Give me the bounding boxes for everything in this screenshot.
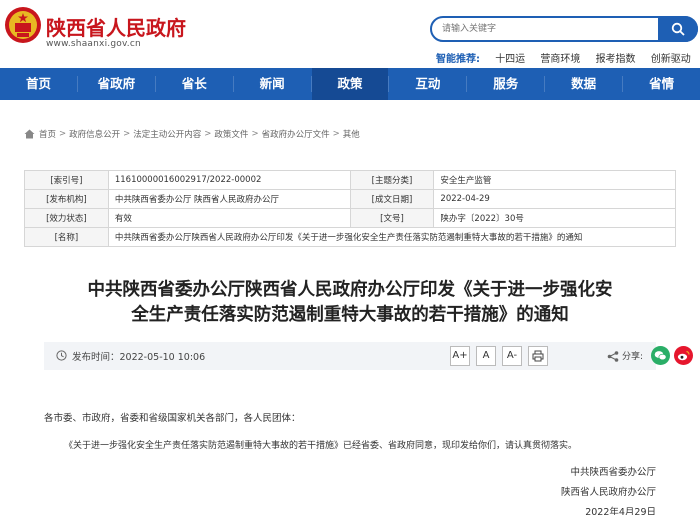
topic-label: [主题分类] [349, 170, 435, 190]
hotwords-label: 智能推荐: [436, 54, 480, 65]
share-label: 分享: [622, 352, 644, 362]
breadcrumb-statutory[interactable]: 法定主动公开内容 [133, 128, 201, 140]
status-value: 有效 [107, 208, 351, 228]
table-row: [名称] 中共陕西省委办公厅陕西省人民政府办公厅印发《关于进一步强化安全生产责任… [24, 227, 677, 247]
breadcrumb-home[interactable]: 首页 [39, 128, 56, 140]
font-increase-button[interactable]: A+ [450, 346, 470, 366]
body-paragraph: 《关于进一步强化安全生产责任落实防范遏制重特大事故的若干措施》已经省委、省政府同… [64, 441, 578, 451]
date-label: [成文日期] [349, 189, 435, 209]
font-default-button[interactable]: A [476, 346, 496, 366]
breadcrumb-policy-docs[interactable]: 政策文件 [214, 128, 248, 140]
nav-item-home[interactable]: 首页 [0, 68, 77, 100]
search-box [430, 16, 698, 42]
site-title[interactable]: 陕西省人民政府 [46, 12, 186, 41]
breadcrumb-other: 其他 [342, 130, 360, 140]
breadcrumb-separator: > [59, 129, 67, 139]
breadcrumb-separator: > [332, 129, 340, 139]
table-row: [索引号] 11610000016002917/2022-00002 [主题分类… [24, 170, 676, 190]
nav-item-data[interactable]: 数据 [545, 68, 622, 100]
font-decrease-button[interactable]: A- [502, 346, 522, 366]
issuer-label: [发布机构] [24, 189, 109, 209]
search-input[interactable] [442, 21, 642, 37]
breadcrumb-separator: > [251, 129, 259, 139]
nav-item-interaction[interactable]: 互动 [389, 68, 466, 100]
hotwords: 智能推荐: 十四运 营商环境 报考指数 创新驱动 [436, 50, 691, 65]
hotword-link[interactable]: 报考指数 [596, 54, 636, 65]
breadcrumb-gov-info[interactable]: 政府信息公开 [69, 128, 120, 140]
national-emblem-icon[interactable] [4, 6, 42, 44]
index-label: [索引号] [24, 170, 109, 190]
hotword-link[interactable]: 创新驱动 [651, 54, 691, 65]
signing-date: 2022年4月29日 [585, 507, 656, 515]
topic-value: 安全生产监管 [433, 170, 676, 190]
nav-item-governor[interactable]: 省长 [156, 68, 233, 100]
site-header: 陕西省人民政府 www.shaanxi.gov.cn 智能推荐: 十四运 营商环… [0, 0, 700, 68]
docno-value: 陕办字〔2022〕30号 [433, 208, 676, 228]
print-icon [532, 350, 544, 362]
nav-item-news[interactable]: 新闻 [234, 68, 311, 100]
date-value: 2022-04-29 [433, 189, 676, 209]
name-value: 中共陕西省委办公厅陕西省人民政府办公厅印发《关于进一步强化安全生产责任落实防范遏… [107, 227, 677, 247]
nav-item-province[interactable]: 省情 [623, 68, 700, 100]
table-row: [效力状态] 有效 [文号] 陕办字〔2022〕30号 [24, 208, 676, 228]
index-value: 11610000016002917/2022-00002 [107, 170, 351, 190]
signer-party-office: 中共陕西省委办公厅 [570, 467, 656, 478]
breadcrumb-separator: > [123, 129, 131, 139]
hotword-link[interactable]: 十四运 [495, 54, 525, 65]
issuer-value: 中共陕西省委办公厅 陕西省人民政府办公厅 [107, 189, 351, 209]
weibo-share-icon[interactable] [674, 346, 693, 365]
nav-item-policy[interactable]: 政策 [311, 68, 389, 100]
share-icon [607, 351, 619, 362]
document-info-table: [索引号] 11610000016002917/2022-00002 [主题分类… [24, 170, 677, 247]
breadcrumb-separator: > [204, 129, 212, 139]
main-nav: 首页 省政府 省长 新闻 政策 互动 服务 数据 省情 [0, 68, 700, 100]
nav-item-service[interactable]: 服务 [467, 68, 544, 100]
breadcrumb-office-docs[interactable]: 省政府办公厅文件 [262, 128, 330, 140]
nav-item-government[interactable]: 省政府 [78, 68, 155, 100]
wechat-share-icon[interactable] [651, 346, 670, 365]
print-button[interactable] [528, 346, 548, 366]
publish-time: 发布时间：2022-05-10 10:06 [72, 352, 206, 363]
signer-government-office: 陕西省人民政府办公厅 [560, 487, 656, 498]
name-label: [名称] [24, 227, 109, 247]
hotword-link[interactable]: 营商环境 [540, 54, 580, 65]
salutation: 各市委、市政府，省委和省级国家机关各部门，各人民团体： [44, 413, 301, 424]
meta-toolbar: 发布时间：2022-05-10 10:06 A+ A A- 分享: [44, 342, 693, 370]
table-row: [发布机构] 中共陕西省委办公厅 陕西省人民政府办公厅 [成文日期] 2022-… [24, 189, 676, 209]
title-line: 全生产责任落实防范遏制重特大事故的若干措施》的通知 [131, 305, 569, 325]
title-line: 中共陕西省委办公厅陕西省人民政府办公厅印发《关于进一步强化安 [87, 280, 613, 300]
breadcrumb: 首页 > 政府信息公开 > 法定主动公开内容 > 政策文件 > 省政府办公厅文件… [24, 128, 360, 140]
search-button[interactable] [658, 16, 698, 42]
docno-label: [文号] [349, 208, 435, 228]
clock-icon [56, 350, 67, 361]
site-url: www.shaanxi.gov.cn [46, 39, 141, 49]
status-label: [效力状态] [24, 208, 109, 228]
search-icon [671, 22, 685, 36]
home-icon [24, 129, 35, 139]
document-title: 中共陕西省委办公厅陕西省人民政府办公厅印发《关于进一步强化安 全生产责任落实防范… [40, 278, 660, 328]
